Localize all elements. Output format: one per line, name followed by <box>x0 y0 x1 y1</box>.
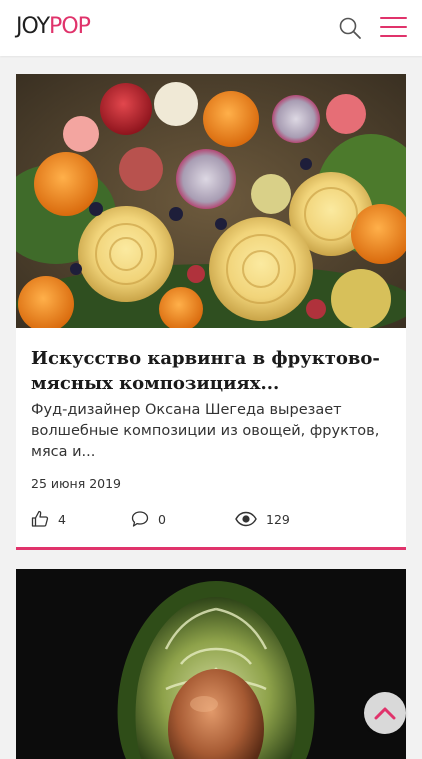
views-counter: 129 <box>235 508 290 530</box>
menu-line-bottom <box>380 35 407 37</box>
comments-count: 0 <box>158 511 166 527</box>
article-image-fruit-carving[interactable] <box>16 74 406 328</box>
hamburger-menu-button[interactable] <box>380 15 407 39</box>
app-header: JOY POP <box>0 0 422 56</box>
article-description: Фуд-дизайнер Оксана Шегеда вырезает волш… <box>31 402 380 460</box>
article-date: 25 июня 2019 <box>31 476 122 491</box>
search-icon <box>339 17 361 39</box>
chevron-up-icon <box>374 707 396 720</box>
scroll-to-top-button[interactable] <box>364 692 406 734</box>
article-card: Искусство карвинга в фруктово-мясных ком… <box>16 74 406 550</box>
menu-line-middle <box>380 26 407 28</box>
logo-pop-text: POP <box>49 13 91 39</box>
views-count: 129 <box>266 511 290 527</box>
fruit-bouquet-image <box>16 74 406 328</box>
article-image-avocado-carving[interactable] <box>16 569 406 759</box>
eye-icon <box>235 511 257 527</box>
thumbs-up-icon <box>31 510 49 527</box>
search-button[interactable] <box>338 16 362 40</box>
likes-count: 4 <box>58 511 66 527</box>
logo-joy-text: JOY <box>16 13 50 39</box>
article-title[interactable]: Искусство карвинга в фруктово-мясных ком… <box>31 346 391 396</box>
comment-bubble-icon <box>131 511 149 527</box>
like-button[interactable]: 4 <box>31 508 66 530</box>
avocado-carving-image <box>16 569 406 759</box>
comment-button[interactable]: 0 <box>131 508 166 530</box>
joypop-logo[interactable]: JOY POP <box>16 10 91 42</box>
menu-line-top <box>380 17 407 19</box>
card-accent-bar <box>16 547 406 550</box>
